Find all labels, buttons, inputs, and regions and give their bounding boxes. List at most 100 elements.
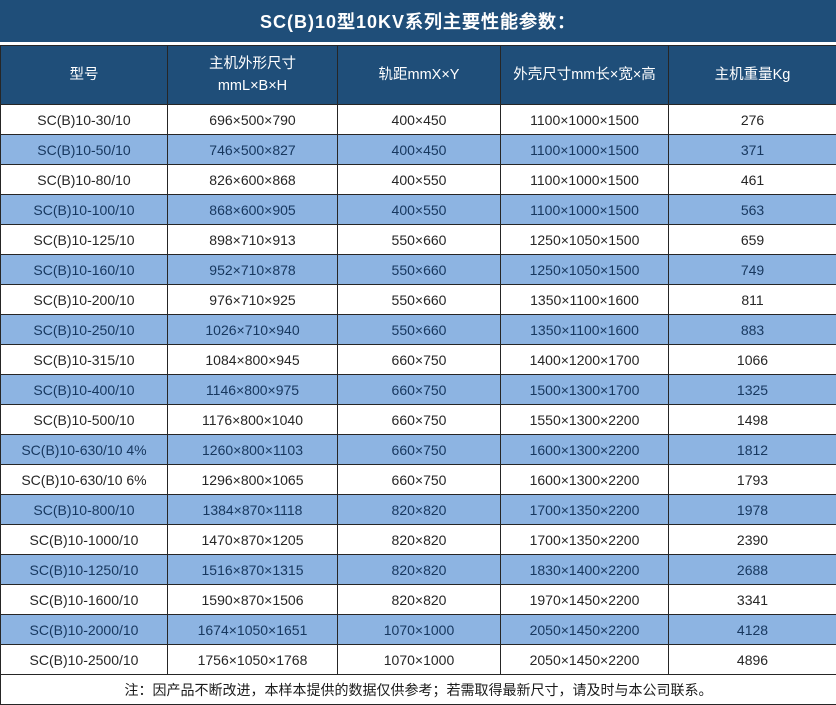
table-cell: 1600×1300×2200: [501, 435, 669, 465]
table-cell: 1250×1050×1500: [501, 255, 669, 285]
table-cell: SC(B)10-125/10: [1, 225, 168, 255]
table-cell: SC(B)10-30/10: [1, 105, 168, 135]
page-title: SC(B)10型10KV系列主要性能参数：: [0, 0, 836, 42]
note-text: 注：因产品不断改进，本样本提供的数据仅供参考；若需取得最新尺寸，请及时与本公司联…: [1, 675, 836, 705]
table-cell: SC(B)10-630/10 6%: [1, 465, 168, 495]
spec-sheet-page: SC(B)10型10KV系列主要性能参数： 型号 主机外形尺寸 mmL×B×H …: [0, 0, 836, 705]
table-cell: 1830×1400×2200: [501, 555, 669, 585]
col-header-shell-dimensions: 外壳尺寸mm长×宽×高: [501, 46, 669, 105]
table-cell: 1070×1000: [338, 615, 501, 645]
table-row: SC(B)10-1600/101590×870×1506820×8201970×…: [1, 585, 836, 615]
col-header-main-dimensions-label: 主机外形尺寸: [168, 53, 337, 75]
table-cell: 2050×1450×2200: [501, 645, 669, 675]
table-cell: 659: [669, 225, 836, 255]
table-row: SC(B)10-200/10976×710×925550×6601350×110…: [1, 285, 836, 315]
note-row: 注：因产品不断改进，本样本提供的数据仅供参考；若需取得最新尺寸，请及时与本公司联…: [1, 675, 836, 705]
table-cell: 1500×1300×1700: [501, 375, 669, 405]
table-cell: 1756×1050×1768: [168, 645, 338, 675]
table-cell: 1350×1100×1600: [501, 315, 669, 345]
table-cell: 1146×800×975: [168, 375, 338, 405]
table-cell: 4128: [669, 615, 836, 645]
table-cell: SC(B)10-160/10: [1, 255, 168, 285]
table-cell: 1026×710×940: [168, 315, 338, 345]
table-row: SC(B)10-500/101176×800×1040660×7501550×1…: [1, 405, 836, 435]
table-row: SC(B)10-400/101146×800×975660×7501500×13…: [1, 375, 836, 405]
col-header-main-dimensions-sub: mmL×B×H: [168, 75, 337, 97]
table-cell: 2390: [669, 525, 836, 555]
table-cell: 400×550: [338, 195, 501, 225]
table-cell: SC(B)10-1250/10: [1, 555, 168, 585]
table-cell: 1100×1000×1500: [501, 135, 669, 165]
table-cell: 1100×1000×1500: [501, 165, 669, 195]
table-cell: 1296×800×1065: [168, 465, 338, 495]
table-row: SC(B)10-160/10952×710×878550×6601250×105…: [1, 255, 836, 285]
table-row: SC(B)10-125/10898×710×913550×6601250×105…: [1, 225, 836, 255]
table-cell: 952×710×878: [168, 255, 338, 285]
table-cell: 1700×1350×2200: [501, 525, 669, 555]
table-cell: 400×450: [338, 135, 501, 165]
table-cell: 2050×1450×2200: [501, 615, 669, 645]
table-cell: 563: [669, 195, 836, 225]
table-cell: 1100×1000×1500: [501, 195, 669, 225]
col-header-main-dimensions: 主机外形尺寸 mmL×B×H: [168, 46, 338, 105]
table-cell: 1084×800×945: [168, 345, 338, 375]
table-row: SC(B)10-50/10746×500×827400×4501100×1000…: [1, 135, 836, 165]
table-cell: 1590×870×1506: [168, 585, 338, 615]
table-cell: 1978: [669, 495, 836, 525]
table-cell: SC(B)10-100/10: [1, 195, 168, 225]
table-cell: SC(B)10-80/10: [1, 165, 168, 195]
table-cell: 1400×1200×1700: [501, 345, 669, 375]
table-cell: 883: [669, 315, 836, 345]
table-cell: 660×750: [338, 345, 501, 375]
table-cell: 1470×870×1205: [168, 525, 338, 555]
table-cell: 820×820: [338, 525, 501, 555]
table-row: SC(B)10-2500/101756×1050×17681070×100020…: [1, 645, 836, 675]
table-cell: 898×710×913: [168, 225, 338, 255]
table-cell: 550×660: [338, 225, 501, 255]
col-header-model: 型号: [1, 46, 168, 105]
table-cell: SC(B)10-250/10: [1, 315, 168, 345]
table-cell: 1812: [669, 435, 836, 465]
table-cell: SC(B)10-800/10: [1, 495, 168, 525]
table-row: SC(B)10-100/10868×600×905400×5501100×100…: [1, 195, 836, 225]
table-body: SC(B)10-30/10696×500×790400×4501100×1000…: [1, 105, 836, 675]
table-cell: 1066: [669, 345, 836, 375]
table-cell: 461: [669, 165, 836, 195]
table-cell: 1070×1000: [338, 645, 501, 675]
table-cell: 1600×1300×2200: [501, 465, 669, 495]
table-cell: 820×820: [338, 585, 501, 615]
table-cell: 696×500×790: [168, 105, 338, 135]
col-header-shell-dimensions-label: 外壳尺寸mm长×宽×高: [501, 64, 668, 86]
table-header: 型号 主机外形尺寸 mmL×B×H 轨距mmX×Y 外壳尺寸mm长×宽×高 主机…: [1, 46, 836, 105]
table-cell: 400×550: [338, 165, 501, 195]
table-row: SC(B)10-30/10696×500×790400×4501100×1000…: [1, 105, 836, 135]
table-row: SC(B)10-1000/101470×870×1205820×8201700×…: [1, 525, 836, 555]
table-row: SC(B)10-250/101026×710×940550×6601350×11…: [1, 315, 836, 345]
table-cell: 400×450: [338, 105, 501, 135]
table-cell: 1970×1450×2200: [501, 585, 669, 615]
table-cell: SC(B)10-400/10: [1, 375, 168, 405]
table-cell: SC(B)10-500/10: [1, 405, 168, 435]
table-cell: 868×600×905: [168, 195, 338, 225]
table-cell: 1176×800×1040: [168, 405, 338, 435]
table-row: SC(B)10-2000/101674×1050×16511070×100020…: [1, 615, 836, 645]
table-row: SC(B)10-80/10826×600×868400×5501100×1000…: [1, 165, 836, 195]
table-cell: SC(B)10-1600/10: [1, 585, 168, 615]
col-header-rail-gauge: 轨距mmX×Y: [338, 46, 501, 105]
table-cell: 4896: [669, 645, 836, 675]
table-cell: 660×750: [338, 405, 501, 435]
table-cell: 2688: [669, 555, 836, 585]
table-cell: 660×750: [338, 375, 501, 405]
table-cell: 1325: [669, 375, 836, 405]
table-cell: 3341: [669, 585, 836, 615]
table-row: SC(B)10-630/10 4%1260×800×1103660×750160…: [1, 435, 836, 465]
table-cell: 820×820: [338, 555, 501, 585]
table-cell: 276: [669, 105, 836, 135]
table-cell: SC(B)10-630/10 4%: [1, 435, 168, 465]
col-header-weight-label: 主机重量Kg: [669, 64, 836, 86]
table-cell: 1260×800×1103: [168, 435, 338, 465]
table-cell: 1516×870×1315: [168, 555, 338, 585]
table-cell: 550×660: [338, 255, 501, 285]
table-cell: 811: [669, 285, 836, 315]
table-cell: 550×660: [338, 315, 501, 345]
